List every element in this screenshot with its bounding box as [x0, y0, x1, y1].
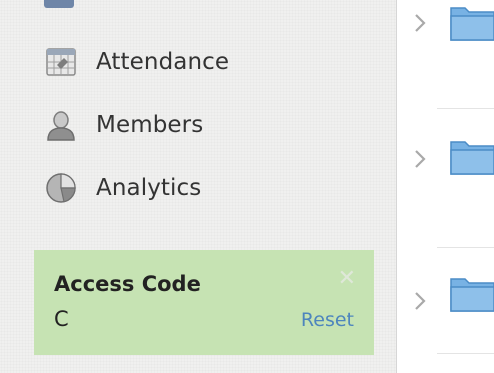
access-code-value: C	[54, 307, 69, 331]
folder-icon	[450, 7, 494, 41]
close-icon[interactable]: ✕	[338, 268, 356, 290]
access-code-panel: Access Code C ✕ Reset	[34, 250, 374, 355]
folder-icon	[450, 278, 494, 312]
pie-chart-icon	[46, 173, 76, 203]
person-icon	[47, 111, 75, 141]
list-row[interactable]	[397, 0, 494, 68]
sidebar-item-cut-off[interactable]	[44, 0, 244, 8]
sidebar-item-label: Members	[96, 112, 204, 138]
reset-link[interactable]: Reset	[301, 309, 354, 331]
list-row[interactable]	[397, 247, 494, 355]
sidebar-item-attendance[interactable]: Attendance	[44, 44, 364, 80]
folder-icon	[450, 141, 494, 175]
chevron-right-icon	[415, 292, 426, 310]
list-row[interactable]	[397, 108, 494, 216]
folder-icon	[44, 0, 74, 8]
sidebar-item-members[interactable]: Members	[44, 107, 364, 143]
access-code-title: Access Code	[54, 272, 201, 296]
sidebar-item-label: Attendance	[96, 49, 230, 75]
sidebar-item-analytics[interactable]: Analytics	[44, 170, 364, 206]
calendar-icon	[46, 48, 76, 76]
row-divider	[437, 353, 494, 354]
sidebar: Attendance Members Analytics Access Code…	[0, 0, 396, 373]
sidebar-item-label: Analytics	[96, 175, 202, 201]
chevron-right-icon	[415, 150, 426, 168]
chevron-right-icon	[415, 14, 426, 32]
